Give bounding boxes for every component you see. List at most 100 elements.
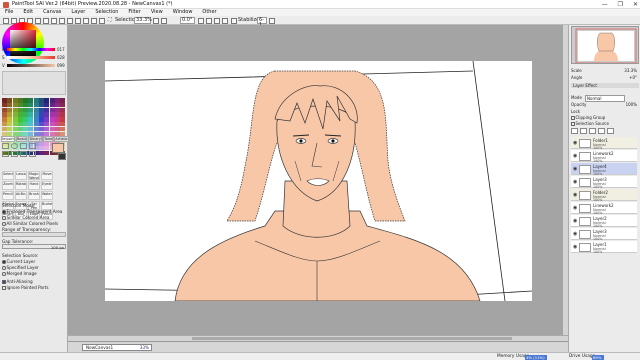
layer-effect-header[interactable]: Layer Effect xyxy=(571,83,639,88)
transparency-range-slider[interactable] xyxy=(2,232,66,237)
visibility-eye-icon[interactable]: ◉ xyxy=(573,231,577,237)
menu-view[interactable]: View xyxy=(146,9,168,16)
tool-button[interactable]: Rotate xyxy=(15,181,27,190)
menu-other[interactable]: Other xyxy=(197,9,221,16)
brush-icon[interactable] xyxy=(99,17,105,24)
source-option-current[interactable]: Current Layer xyxy=(2,259,35,264)
clipping-group-checkbox[interactable]: Clipping Group xyxy=(571,115,639,120)
close-button[interactable]: ✕ xyxy=(633,1,638,8)
secondary-color-swatch[interactable] xyxy=(58,153,66,160)
selection-source-checkbox[interactable]: Selection Source xyxy=(571,121,639,126)
tool-button[interactable]: Brush xyxy=(28,191,40,200)
visibility-eye-icon[interactable]: ◉ xyxy=(573,140,577,146)
mode-option-similar[interactable]: Similar Colored Area xyxy=(2,215,49,220)
rulers-icon[interactable] xyxy=(67,17,73,24)
grid-icon[interactable] xyxy=(51,17,57,24)
mode-select[interactable]: Normal xyxy=(585,94,625,102)
current-color-swatch[interactable] xyxy=(52,143,64,153)
menu-selection[interactable]: Selection xyxy=(90,9,123,16)
opacity-row[interactable]: Opacity 100% xyxy=(571,102,639,107)
selection-icon[interactable]: ⛶ xyxy=(108,17,112,24)
tool-button[interactable]: Zoom xyxy=(2,181,14,190)
delete-layer-icon[interactable] xyxy=(607,128,614,134)
layer-row[interactable]: ◉ Layer3 Normal 100% xyxy=(571,176,637,189)
navigator[interactable] xyxy=(571,26,639,64)
saturation-slider-row[interactable]: S 028 xyxy=(2,55,66,60)
flip-icon[interactable] xyxy=(222,17,228,24)
maximize-button[interactable]: ❐ xyxy=(618,1,623,8)
source-option-specified[interactable]: Specified Layer xyxy=(2,265,39,270)
color-icon[interactable] xyxy=(91,17,97,24)
layer-row[interactable]: ◉ Layer1 Normal 100% xyxy=(571,241,637,254)
layer-row[interactable]: ◉ Layer4 Normal 100% xyxy=(571,163,637,176)
saturation-slider[interactable] xyxy=(7,56,55,59)
rotate-reset-icon[interactable] xyxy=(214,17,220,24)
menu-edit[interactable]: Edit xyxy=(18,9,38,16)
tool-button[interactable]: Lasso xyxy=(15,171,27,180)
crop-icon[interactable] xyxy=(43,17,49,24)
tool-button[interactable]: Pencil xyxy=(2,191,14,200)
straight-line-icon[interactable] xyxy=(269,17,275,24)
merge-icon[interactable] xyxy=(598,128,605,134)
magic-wand-icon[interactable] xyxy=(20,143,27,149)
menu-layer[interactable]: Layer xyxy=(66,9,90,16)
layer-folder-row[interactable]: ◉ Folder2 Normal 100% xyxy=(571,189,637,202)
visibility-eye-icon[interactable]: ◉ xyxy=(573,153,577,159)
value-slider[interactable] xyxy=(7,64,55,67)
mode-option-all-similar[interactable]: All Similar Colored Pixels xyxy=(2,221,58,226)
tab-import[interactable]: Import xyxy=(1,136,15,142)
tab-artistic[interactable]: Artistic xyxy=(54,136,69,142)
new-folder-icon[interactable] xyxy=(580,128,587,134)
visibility-eye-icon[interactable]: ◉ xyxy=(573,166,577,172)
mode-option-enclosed[interactable]: Enclosed Transparent Area xyxy=(2,209,62,214)
tool-button[interactable]: Hand xyxy=(28,181,40,190)
new-layer-icon[interactable] xyxy=(571,128,578,134)
navigator-scale-row[interactable]: Scale 33.3% xyxy=(571,68,639,73)
tool-button[interactable]: AirBrush xyxy=(15,191,27,200)
guides-icon[interactable] xyxy=(83,17,89,24)
rotate-right-icon[interactable] xyxy=(206,17,212,24)
navigator-angle-row[interactable]: Angle +0° xyxy=(571,75,639,80)
hand-tool-icon[interactable] xyxy=(20,151,27,157)
layer-row[interactable]: ◉ Layer2 Normal 100% xyxy=(571,215,637,228)
hue-slider[interactable] xyxy=(7,48,55,51)
minimize-button[interactable]: — xyxy=(602,1,608,8)
new-linework-icon[interactable] xyxy=(589,128,596,134)
document-tab[interactable]: NewCanvas1 33% xyxy=(82,344,152,351)
color-history[interactable] xyxy=(2,71,66,95)
view-icon[interactable] xyxy=(59,17,65,24)
tab-basic[interactable]: Basic xyxy=(15,136,28,142)
ignore-painted-checkbox[interactable]: Ignore Painted Parts xyxy=(2,285,49,290)
frame-icon[interactable] xyxy=(75,17,81,24)
layer-row[interactable]: ◉ Linework2 Normal 100% xyxy=(571,202,637,215)
menu-file[interactable]: File xyxy=(0,9,18,16)
value-slider-row[interactable]: V 099 xyxy=(2,63,66,68)
hue-slider-row[interactable]: H 017 xyxy=(2,47,66,52)
menu-window[interactable]: Window xyxy=(168,9,198,16)
tool-button[interactable]: Magic Wand xyxy=(28,171,40,180)
tab-tone[interactable]: Tone xyxy=(43,136,54,142)
tab-binary[interactable]: Binary xyxy=(28,136,43,142)
source-option-merged[interactable]: Merged Image xyxy=(2,271,37,276)
color-square[interactable] xyxy=(10,30,36,56)
zoom-in-icon[interactable] xyxy=(161,17,167,24)
zoom-field[interactable]: 33.3% xyxy=(134,17,152,24)
blend-mode-row[interactable]: Mode Normal xyxy=(571,94,639,102)
layer-row[interactable]: ◉ Linework2 Normal 100% xyxy=(571,150,637,163)
lasso-icon[interactable] xyxy=(11,143,18,149)
artboard[interactable] xyxy=(105,61,532,301)
eyedropper-icon[interactable] xyxy=(29,151,36,157)
show-selection-icon[interactable] xyxy=(35,17,41,24)
tool-button[interactable]: Water xyxy=(41,191,53,200)
zoom-tool-icon[interactable] xyxy=(2,151,9,157)
undo-icon[interactable] xyxy=(3,17,9,24)
visibility-eye-icon[interactable]: ◉ xyxy=(573,205,577,211)
menu-canvas[interactable]: Canvas xyxy=(38,9,66,16)
move-icon[interactable] xyxy=(29,143,36,149)
tool-button[interactable]: Selection xyxy=(2,171,14,180)
visibility-eye-icon[interactable]: ◉ xyxy=(573,218,577,224)
rotate-left-icon[interactable] xyxy=(198,17,204,24)
layer-folder-row[interactable]: ◉ Folder1 Normal 100% xyxy=(571,137,637,150)
horizontal-scroll-thumb[interactable] xyxy=(192,337,512,340)
gap-tolerance-slider[interactable]: 100 px xyxy=(2,244,66,250)
